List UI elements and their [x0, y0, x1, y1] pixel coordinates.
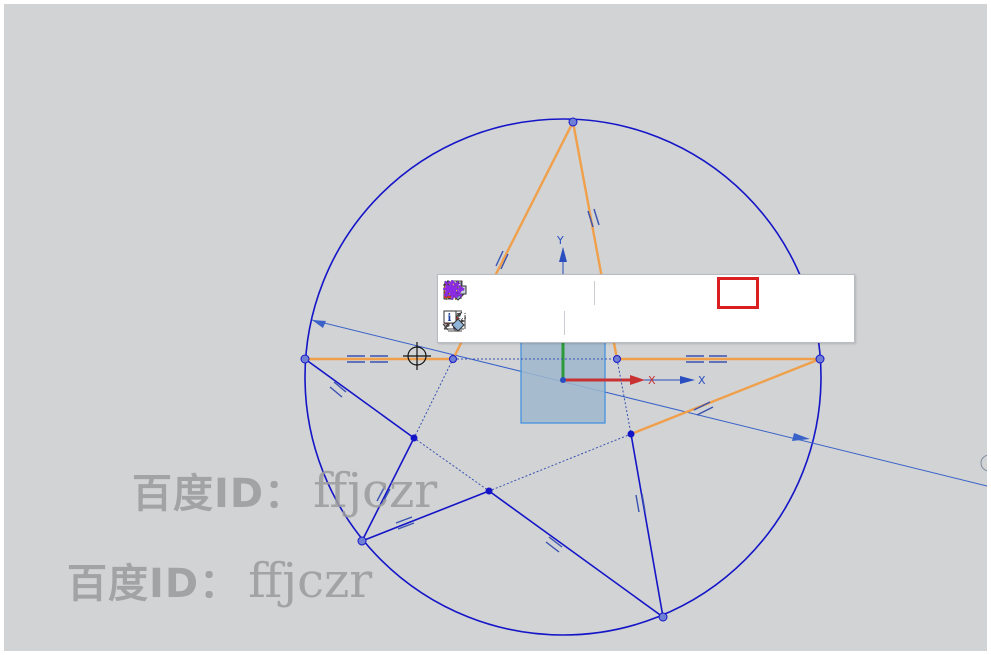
vertical-dimension-icon[interactable]	[445, 309, 532, 337]
x-axis-red-arrow-icon	[630, 375, 645, 385]
animate-dimension-icon[interactable]	[443, 279, 562, 307]
view-triad-icon[interactable]	[980, 454, 987, 472]
sketch-point[interactable]	[449, 355, 457, 363]
constant-length-icon[interactable]	[443, 279, 819, 307]
toolbar-row: 1.2 i	[442, 309, 597, 337]
constraint-toolbar: 1.2 i	[437, 274, 855, 343]
equal-constraint-marker	[545, 536, 563, 553]
star-edge[interactable]	[630, 433, 664, 618]
reference-line[interactable]	[311, 319, 987, 487]
perpendicular-icon[interactable]	[445, 279, 849, 307]
star-edge[interactable]	[488, 490, 664, 618]
star-edge[interactable]	[304, 358, 415, 439]
vertical-icon[interactable]	[449, 279, 687, 307]
constant-angle-icon[interactable]	[443, 279, 789, 307]
sketch-point[interactable]	[627, 430, 635, 438]
y-axis-arrow-icon	[559, 247, 567, 262]
star-edge[interactable]	[361, 490, 490, 542]
sketch-point[interactable]	[613, 355, 621, 363]
origin-point[interactable]	[560, 377, 566, 383]
alternate-solution-icon[interactable]	[444, 279, 502, 307]
arrowhead-icon	[792, 433, 810, 441]
star-edge-selected[interactable]	[630, 357, 821, 436]
horizontal-dimension-icon[interactable]	[444, 309, 502, 337]
collinear-icon[interactable]	[444, 279, 717, 307]
parallel-dimension-icon[interactable]	[442, 309, 562, 337]
x-axis-label-red: X	[648, 374, 656, 387]
sketch-point[interactable]	[815, 354, 825, 364]
x-axis-arrow-icon	[680, 376, 695, 384]
equal-length-icon[interactable]	[445, 277, 759, 309]
sketch-info-icon[interactable]: i	[443, 309, 597, 337]
svg-text:i: i	[448, 313, 452, 324]
toolbar-row	[442, 277, 849, 309]
y-axis-label: Y	[556, 234, 564, 247]
toolbar-separator	[564, 311, 565, 335]
toolbar-separator	[594, 281, 595, 305]
sketch-point[interactable]	[357, 536, 367, 546]
sketch-point[interactable]	[658, 612, 668, 622]
parallel-icon[interactable]	[445, 279, 627, 307]
sketch-point[interactable]	[300, 354, 310, 364]
horizontal-icon[interactable]	[443, 279, 657, 307]
graphics-window[interactable]: Y X X 百度ID： ffjczr 百度ID： ffjczr 1. i	[4, 4, 987, 651]
equal-constraint-marker	[329, 381, 347, 398]
delete-constraint-icon[interactable]	[444, 279, 592, 307]
sketch-point[interactable]	[568, 117, 578, 127]
sketch-point[interactable]	[410, 434, 418, 442]
crosshair-cursor-icon	[403, 342, 431, 370]
sketch-point[interactable]	[485, 487, 493, 495]
constraint-sketch-icon[interactable]	[443, 279, 532, 307]
arrowhead-icon	[312, 320, 326, 328]
x-axis-label: X	[698, 374, 706, 387]
